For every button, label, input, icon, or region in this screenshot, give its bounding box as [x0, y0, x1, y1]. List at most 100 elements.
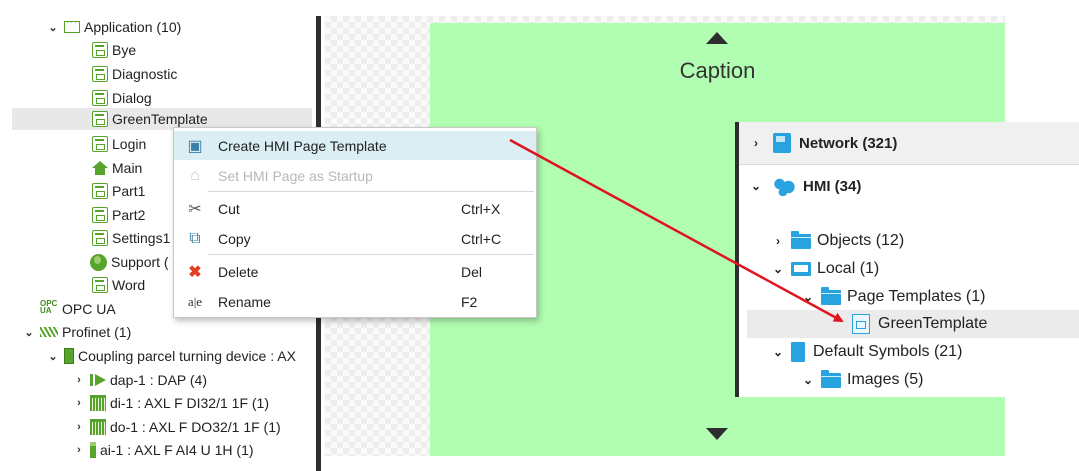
library-item-page-templates[interactable]: ⌄ Page Templates (1) — [801, 283, 985, 311]
library-item-default-symbols[interactable]: ⌄ Default Symbols (21) — [771, 338, 962, 366]
tree-item-label: OPC UA — [62, 301, 116, 317]
hmi-page-icon — [92, 90, 108, 106]
tree-item-label: Application (10) — [84, 19, 182, 35]
hmi-page-icon — [92, 66, 108, 82]
tree-item-part1[interactable]: Part1 — [92, 179, 145, 203]
tree-item-label: GreenTemplate — [112, 111, 208, 127]
library-item-label: GreenTemplate — [878, 315, 988, 332]
home-icon: ⌂ — [190, 166, 200, 184]
chevron-down-icon[interactable]: ⌄ — [749, 179, 763, 193]
chevron-down-icon[interactable]: ⌄ — [46, 350, 60, 363]
tree-item-application[interactable]: ⌄ Application (10) — [46, 15, 181, 39]
chevron-right-icon[interactable]: › — [771, 234, 785, 248]
menu-item-delete[interactable]: ✖ Delete Del — [174, 257, 536, 286]
tree-item-ai-1[interactable]: › ai-1 : AXL F AI4 U 1H (1) — [72, 438, 254, 462]
profinet-icon — [40, 327, 58, 337]
tree-item-label: Word — [112, 277, 146, 293]
opc-ua-icon: OPC UA — [40, 300, 58, 318]
menu-separator — [208, 191, 534, 192]
symbols-icon — [791, 342, 805, 362]
tree-item-label: ai-1 : AXL F AI4 U 1H (1) — [100, 442, 254, 458]
library-item-label: Local (1) — [817, 260, 880, 277]
hmi-page-icon — [92, 277, 108, 293]
chevron-down-icon[interactable]: ⌄ — [771, 345, 785, 359]
globe-icon — [90, 253, 107, 271]
opc-ua-icon-text: UA — [40, 306, 52, 315]
hmi-page-icon — [92, 230, 108, 246]
library-item-objects[interactable]: › Objects (12) — [771, 227, 904, 255]
tree-item-word[interactable]: Word — [92, 273, 145, 297]
chevron-right-icon[interactable]: › — [72, 374, 86, 386]
menu-item-rename[interactable]: a|e Rename F2 — [174, 287, 536, 316]
copy-icon: ⧉ — [189, 229, 201, 247]
library-item-hmi[interactable]: ⌄ HMI (34) — [749, 172, 861, 200]
scroll-up-arrow-icon[interactable] — [706, 32, 728, 44]
page-template-icon — [852, 314, 870, 334]
chevron-down-icon[interactable]: ⌄ — [771, 262, 785, 276]
application-icon — [64, 16, 80, 33]
tree-item-do-1[interactable]: › do-1 : AXL F DO32/1 1F (1) — [72, 415, 281, 439]
rename-icon: a|e — [187, 293, 203, 309]
tree-item-profinet[interactable]: ⌄ Profinet (1) — [22, 320, 131, 344]
chevron-down-icon[interactable]: ⌄ — [46, 21, 60, 34]
tree-item-bye[interactable]: Bye — [92, 38, 136, 62]
chevron-right-icon[interactable]: › — [72, 421, 86, 433]
analog-module-icon — [90, 442, 96, 458]
component-library-panel: › Network (321) ⌄ HMI (34) › Objects (12… — [735, 122, 1079, 397]
bus-coupler-icon — [64, 348, 74, 364]
menu-item-label: Copy — [218, 230, 251, 247]
menu-item-set-startup[interactable]: ⌂ Set HMI Page as Startup — [174, 161, 536, 190]
chevron-down-icon[interactable]: ⌄ — [801, 290, 815, 304]
library-item-label: Objects (12) — [817, 232, 905, 249]
tree-item-support[interactable]: Support ( — [90, 250, 169, 274]
scroll-down-arrow-icon[interactable] — [706, 428, 728, 440]
tree-item-label: Diagnostic — [112, 66, 178, 82]
tree-item-label: Main — [112, 160, 143, 176]
tree-item-opc-ua[interactable]: OPC UA OPC UA — [40, 297, 116, 321]
menu-item-copy[interactable]: ⧉ Copy Ctrl+C — [174, 224, 536, 253]
chevron-right-icon[interactable]: › — [72, 444, 86, 456]
hmi-icon — [773, 176, 795, 196]
menu-item-create-hmi-page-template[interactable]: ▣ Create HMI Page Template — [174, 131, 536, 160]
chevron-down-icon[interactable]: ⌄ — [801, 373, 815, 387]
tree-item-label: do-1 : AXL F DO32/1 1F (1) — [110, 419, 281, 435]
context-menu: ▣ Create HMI Page Template ⌂ Set HMI Pag… — [173, 127, 537, 318]
folder-icon — [821, 369, 841, 388]
chevron-right-icon[interactable]: › — [72, 397, 86, 409]
library-item-label: Images (5) — [847, 371, 924, 388]
tree-item-label: Bye — [112, 42, 137, 58]
tree-item-login[interactable]: Login — [92, 132, 146, 156]
tree-item-diagnostic[interactable]: Diagnostic — [92, 62, 177, 86]
tree-item-dap-1[interactable]: › dap-1 : DAP (4) — [72, 368, 207, 392]
tree-item-label: dap-1 : DAP (4) — [110, 372, 208, 388]
tree-item-label: Support ( — [111, 254, 169, 270]
io-module-icon — [90, 419, 106, 435]
tree-item-settings1[interactable]: Settings1 — [92, 226, 170, 250]
tree-item-main[interactable]: Main — [92, 156, 142, 180]
library-item-label: Page Templates (1) — [847, 288, 986, 305]
tree-item-di-1[interactable]: › di-1 : AXL F DI32/1 1F (1) — [72, 391, 269, 415]
network-icon — [773, 133, 791, 153]
library-item-images[interactable]: ⌄ Images (5) — [801, 366, 923, 394]
menu-item-shortcut: Ctrl+X — [461, 200, 501, 217]
hmi-page-icon — [92, 42, 108, 58]
tree-item-part2[interactable]: Part2 — [92, 203, 145, 227]
tree-item-dialog[interactable]: Dialog — [92, 86, 152, 110]
delete-icon: ✖ — [188, 263, 202, 281]
library-item-greentemplate[interactable]: GreenTemplate — [747, 310, 1079, 338]
menu-separator — [208, 254, 534, 255]
menu-item-cut[interactable]: ✂ Cut Ctrl+X — [174, 194, 536, 223]
library-item-local[interactable]: ⌄ Local (1) — [771, 255, 879, 283]
tree-item-label: Part1 — [112, 183, 146, 199]
menu-item-label: Create HMI Page Template — [218, 137, 387, 154]
tree-item-label: Part2 — [112, 207, 146, 223]
tree-item-coupler[interactable]: ⌄ Coupling parcel turning device : AX — [46, 344, 296, 368]
tree-item-label: Dialog — [112, 90, 152, 106]
chevron-down-icon[interactable]: ⌄ — [22, 326, 36, 339]
tree-item-label: Profinet (1) — [62, 324, 132, 340]
menu-item-label: Cut — [218, 200, 240, 217]
chevron-right-icon[interactable]: › — [749, 136, 763, 150]
folder-icon — [791, 230, 811, 249]
hmi-page-icon — [92, 136, 108, 152]
library-item-network[interactable]: › Network (321) — [739, 122, 1079, 165]
